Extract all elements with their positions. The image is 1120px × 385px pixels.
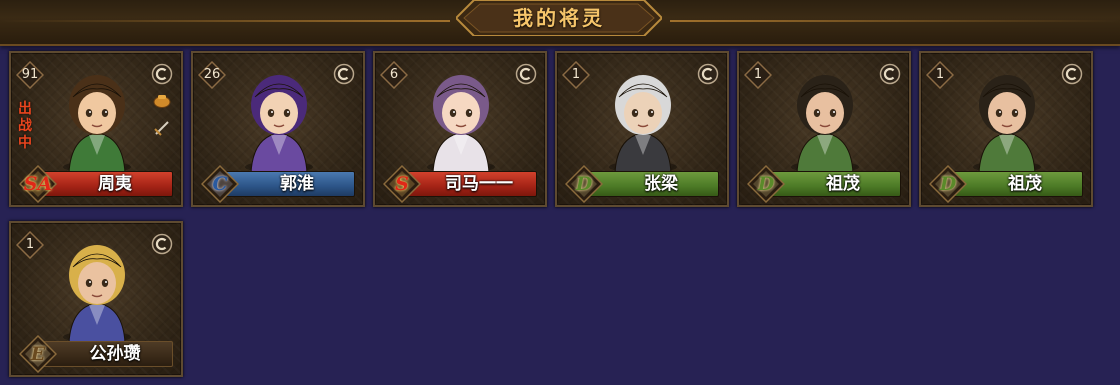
level-value: 6 bbox=[389, 67, 399, 82]
sword-icon[interactable] bbox=[152, 119, 172, 137]
level-badge: 91 bbox=[16, 61, 44, 89]
spirit-name: 祖茂 bbox=[1008, 174, 1042, 194]
name-bar: 祖茂 bbox=[769, 171, 901, 197]
spirit-portrait bbox=[233, 63, 325, 175]
level-badge: 1 bbox=[926, 61, 954, 89]
level-value: 1 bbox=[571, 67, 581, 82]
grade-label: C bbox=[212, 173, 228, 195]
grade-badge: E bbox=[19, 335, 57, 373]
header-bar: 我的将灵 bbox=[0, 0, 1120, 46]
spirit-name: 周夷 bbox=[98, 174, 132, 194]
name-bar: 司马一一 bbox=[405, 171, 537, 197]
level-value: 1 bbox=[753, 67, 763, 82]
spirit-card[interactable]: 26 郭淮 C bbox=[191, 51, 365, 207]
level-badge: 1 bbox=[744, 61, 772, 89]
spirit-name: 郭淮 bbox=[280, 174, 314, 194]
spirit-name: 张梁 bbox=[644, 174, 678, 194]
coin-icon[interactable] bbox=[151, 63, 173, 85]
coin-icon[interactable] bbox=[697, 63, 719, 85]
name-bar: 周夷 bbox=[41, 171, 173, 197]
level-badge: 26 bbox=[198, 61, 226, 89]
spirit-portrait bbox=[597, 63, 689, 175]
spirit-name: 司马一一 bbox=[445, 174, 513, 194]
level-badge: 6 bbox=[380, 61, 408, 89]
coin-icon[interactable] bbox=[1061, 63, 1083, 85]
spirit-card[interactable]: 1 祖茂 D bbox=[737, 51, 911, 207]
spirit-card[interactable]: 1 公孙瓒 E bbox=[9, 221, 183, 377]
grade-badge: D bbox=[929, 165, 967, 203]
spirit-portrait bbox=[961, 63, 1053, 175]
spirit-portrait bbox=[51, 233, 143, 345]
level-value: 91 bbox=[21, 67, 39, 82]
grade-label: SA bbox=[23, 173, 53, 195]
level-value: 1 bbox=[25, 237, 35, 252]
coin-icon[interactable] bbox=[879, 63, 901, 85]
grade-badge: D bbox=[747, 165, 785, 203]
deployed-label: 出战中 bbox=[18, 101, 32, 151]
level-value: 1 bbox=[935, 67, 945, 82]
spirit-name: 祖茂 bbox=[826, 174, 860, 194]
grade-badge: S bbox=[383, 165, 421, 203]
page-title: 我的将灵 bbox=[513, 6, 605, 30]
coin-icon[interactable] bbox=[151, 233, 173, 255]
grade-badge: C bbox=[201, 165, 239, 203]
spirit-card[interactable]: 1 祖茂 D bbox=[919, 51, 1093, 207]
spirit-name: 公孙瓒 bbox=[89, 344, 141, 364]
coin-icon[interactable] bbox=[515, 63, 537, 85]
level-badge: 1 bbox=[562, 61, 590, 89]
level-value: 26 bbox=[203, 67, 221, 82]
grade-label: D bbox=[939, 173, 957, 195]
level-badge: 1 bbox=[16, 231, 44, 259]
screen: { "header": { "title": "我的将灵" }, "cards"… bbox=[0, 0, 1120, 385]
name-bar: 祖茂 bbox=[951, 171, 1083, 197]
spirit-portrait bbox=[779, 63, 871, 175]
grade-label: D bbox=[575, 173, 593, 195]
coin-icon[interactable] bbox=[333, 63, 355, 85]
grade-badge: D bbox=[565, 165, 603, 203]
grade-label: D bbox=[757, 173, 775, 195]
spirit-portrait bbox=[415, 63, 507, 175]
pouch-icon[interactable] bbox=[152, 91, 172, 109]
grade-badge: SA bbox=[19, 165, 57, 203]
grade-label: S bbox=[395, 173, 409, 195]
spirit-card[interactable]: 91 出战中 周夷 SA bbox=[9, 51, 183, 207]
grade-label: E bbox=[30, 343, 46, 365]
spirit-card[interactable]: 6 司马一一 S bbox=[373, 51, 547, 207]
name-bar: 公孙瓒 bbox=[41, 341, 173, 367]
spirit-card[interactable]: 1 张梁 D bbox=[555, 51, 729, 207]
name-bar: 张梁 bbox=[587, 171, 719, 197]
title-plate: 我的将灵 bbox=[456, 0, 662, 36]
spirit-portrait bbox=[51, 63, 143, 175]
name-bar: 郭淮 bbox=[223, 171, 355, 197]
